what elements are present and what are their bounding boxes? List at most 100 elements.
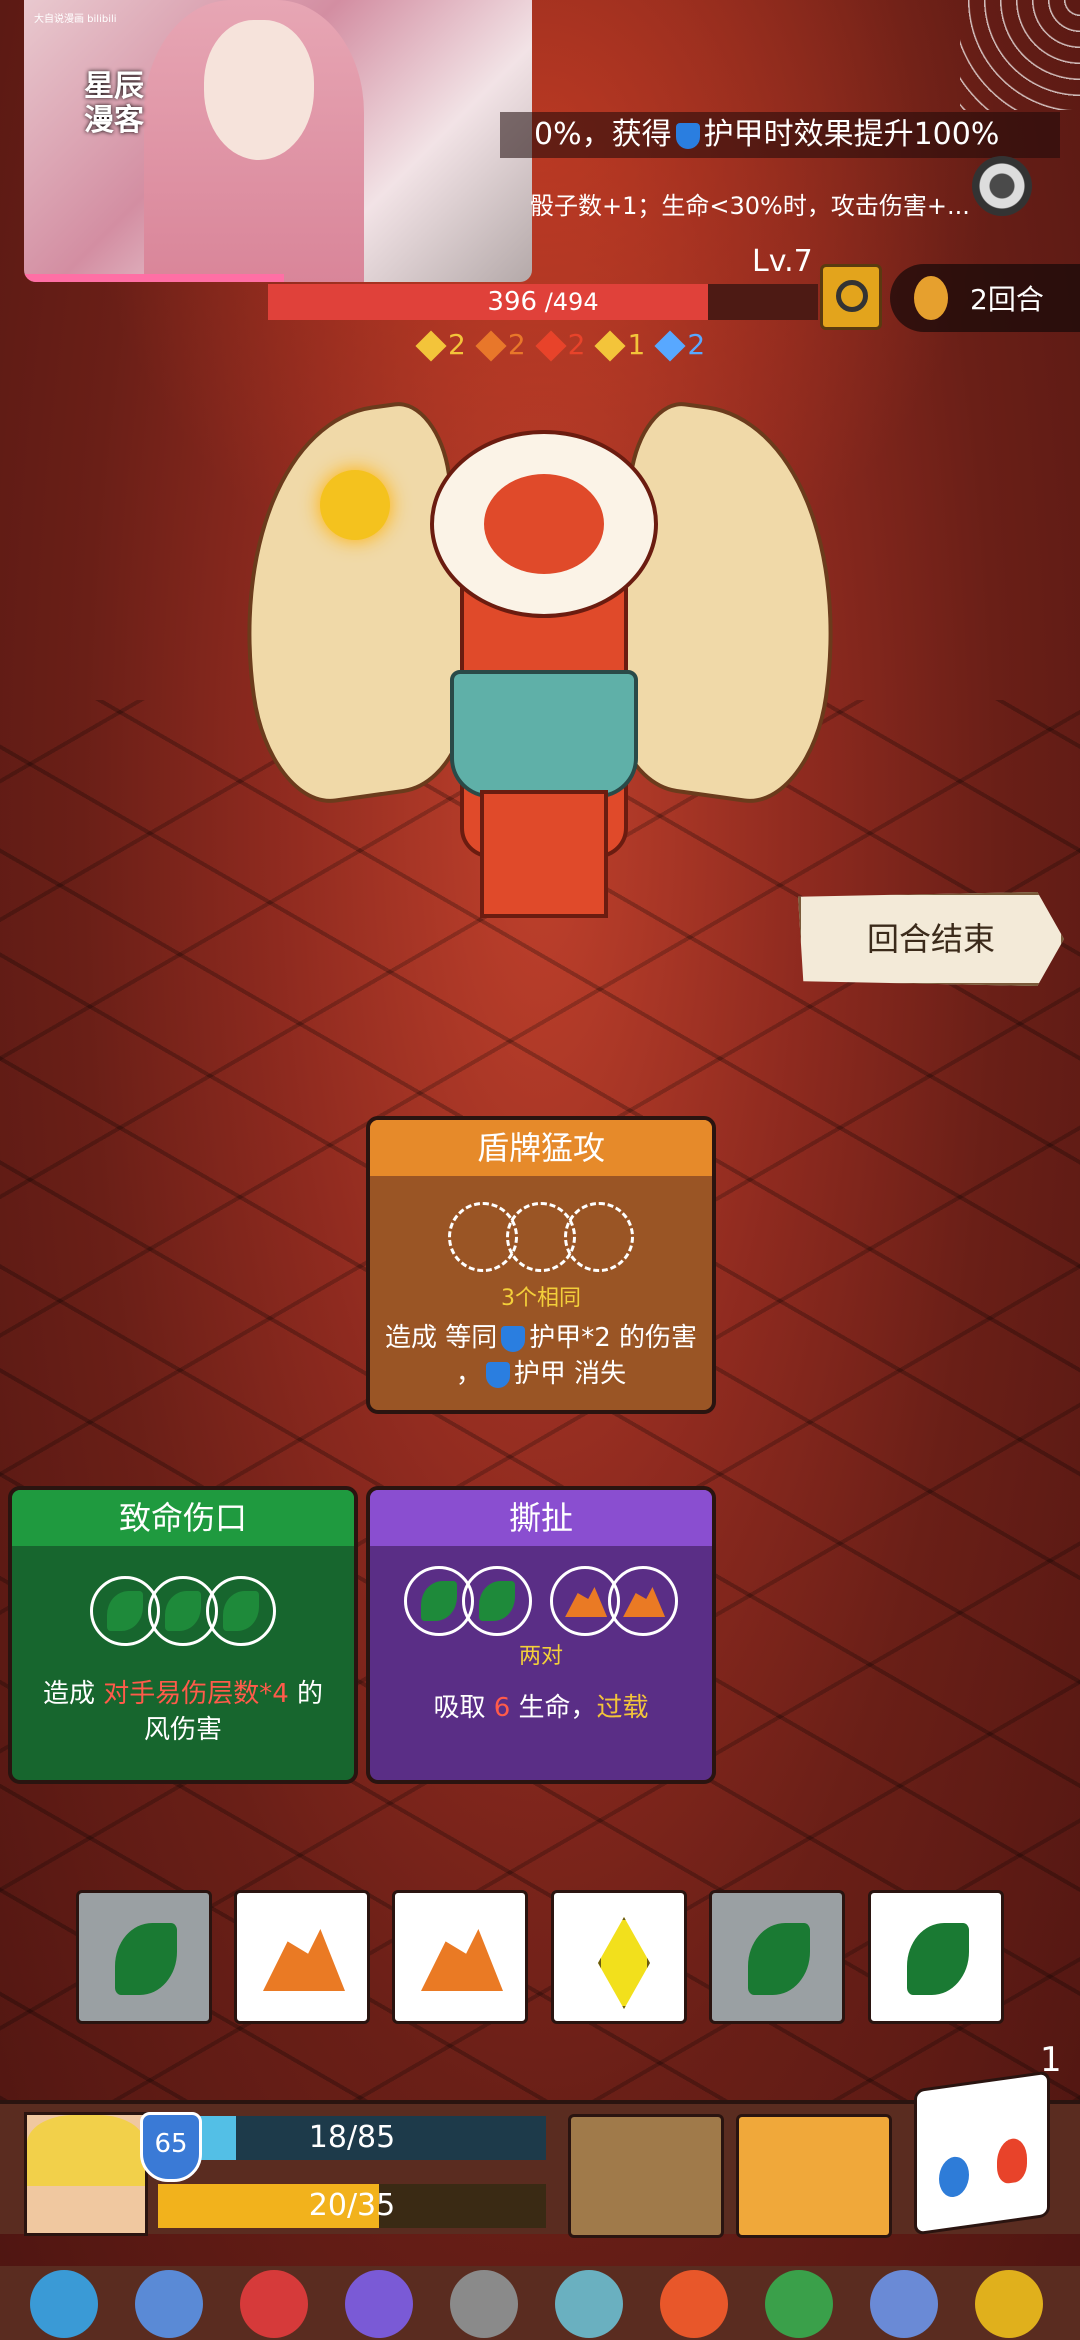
green-book-icon[interactable] (765, 2270, 833, 2338)
golden-bug-icon[interactable] (975, 2270, 1043, 2338)
enemy-hp-current: 396 (487, 287, 538, 317)
desc-part: 生命， (510, 1693, 597, 1723)
enemy-demon[interactable] (214, 390, 866, 950)
compass-star-icon[interactable] (135, 2270, 203, 2338)
demon-head (430, 430, 658, 618)
card-title: 盾牌猛攻 (370, 1120, 712, 1176)
round-counter: 2回合 (890, 264, 1080, 332)
card-description: 吸取 6 生命，过载 (370, 1690, 712, 1726)
desc-part: 护甲 消失 (513, 1359, 627, 1389)
enemy-status-effects: 2 2 2 1 2 (415, 328, 719, 368)
player-avatar[interactable] (24, 2112, 148, 2236)
leaf-icon (478, 1581, 515, 1621)
card-fatal-wound[interactable]: 致命伤口 造成 对手易伤层数*4 的 风伤害 (8, 1486, 358, 1784)
portrait-face (204, 20, 314, 160)
leaf-icon (107, 1591, 143, 1631)
vulnerable-text: 对手易伤层数*4 (103, 1679, 289, 1709)
desc-part: 造成 等同 (384, 1323, 498, 1353)
purple-horn-icon[interactable] (345, 2270, 413, 2338)
effect-line-1: 0%，获得 护甲时效果提升100% (500, 112, 1060, 158)
status-red-flame[interactable]: 2 (535, 328, 586, 362)
crystal-skull-icon[interactable] (555, 2270, 623, 2338)
armor-shield-icon: 65 (140, 2112, 202, 2182)
die-leaf[interactable] (868, 1890, 1004, 2024)
fire-icon (997, 2136, 1027, 2185)
status-yellow-cube[interactable]: 1 (594, 328, 646, 362)
leaf-icon (165, 1591, 201, 1631)
status-value: 2 (507, 328, 526, 361)
stone-orb-icon[interactable] (450, 2270, 518, 2338)
portrait-tag: 星辰漫客 (84, 69, 144, 138)
card-description-line1: 造成 对手易伤层数*4 的 (12, 1676, 354, 1712)
die-rock[interactable] (392, 1890, 528, 2024)
ice-shield-icon[interactable] (30, 2270, 98, 2338)
rock-slot[interactable] (608, 1566, 679, 1636)
card-requirement: 3个相同 (501, 1286, 581, 1311)
rock-icon (565, 1587, 608, 1617)
status-value: 1 (627, 328, 646, 361)
shield-icon (501, 1325, 526, 1352)
snowflake-icon (654, 330, 686, 362)
player-energy-text: 20/35 (308, 2188, 396, 2223)
settings-gear-icon[interactable] (972, 156, 1032, 216)
demon-legs (480, 790, 608, 918)
skill-fist-button[interactable] (568, 2114, 724, 2238)
spider-web-decoration (960, 0, 1080, 110)
enemy-hp-max: /494 (544, 288, 599, 316)
enemy-hp-bar: 396 /494 (268, 284, 818, 320)
enemy-level: Lv.7 (752, 244, 813, 279)
lightning-orb-icon[interactable] (660, 2270, 728, 2338)
skill-fire-button[interactable] (736, 2114, 892, 2238)
rock-icon (263, 1929, 345, 1991)
die-diamond[interactable] (551, 1890, 687, 2024)
status-value: 2 (687, 328, 706, 361)
card-requirement: 两对 (518, 1644, 563, 1669)
card-shield-attack[interactable]: 盾牌猛攻 3个相同 造成 等同 护甲*2 的伤害 ， 护甲 消失 (366, 1116, 716, 1414)
rock-icon (421, 1929, 503, 1991)
red-gem-icon[interactable] (240, 2270, 308, 2338)
water-drop-icon (939, 2154, 969, 2200)
status-yellow-diamond[interactable]: 2 (415, 328, 466, 362)
die-leaf[interactable] (76, 1890, 212, 2024)
effect-line-2: 骰子数+1；生命<30%时，攻击伤害+... (530, 192, 970, 220)
status-snowflake[interactable]: 2 (654, 328, 706, 362)
end-turn-button[interactable]: 回合结束 (798, 892, 1064, 986)
status-value: 2 (567, 328, 586, 361)
orange-rock-icon (475, 330, 507, 362)
portrait-progress (24, 274, 284, 282)
card-tear[interactable]: 撕扯 两对 吸取 6 生命，过载 (366, 1486, 716, 1784)
card-description-line2: 风伤害 (143, 1715, 222, 1745)
card-title: 撕扯 (370, 1490, 712, 1546)
empty-slot[interactable] (564, 1202, 634, 1272)
player-hp-text: 18/85 (308, 2120, 396, 2155)
desc-part: 的 (288, 1679, 324, 1709)
shield-icon (675, 122, 700, 149)
blue-dagger-icon[interactable] (870, 2270, 938, 2338)
status-value: 2 (448, 328, 466, 361)
enemy-hp-text: 396 /494 (268, 284, 818, 320)
demon-mask (484, 474, 604, 574)
drain-value: 6 (493, 1693, 511, 1723)
card-description-line1: 造成 等同 护甲*2 的伤害 (370, 1320, 712, 1356)
desc-part: 吸取 (433, 1693, 494, 1723)
portrait-watermark: 大自说漫画 bilibili (34, 14, 117, 25)
roll-dice-button[interactable] (914, 2070, 1050, 2236)
round-label: 2回合 (970, 283, 1044, 316)
player-energy-bar: 20/35 (158, 2184, 546, 2228)
die-leaf[interactable] (709, 1890, 845, 2024)
leaf-slot[interactable] (461, 1566, 532, 1636)
card-title: 致命伤口 (12, 1490, 354, 1546)
die-rock[interactable] (234, 1890, 370, 2024)
demon-skirt (450, 670, 638, 798)
desc-part: 护甲*2 的伤害 (529, 1323, 698, 1353)
leaf-icon (907, 1923, 969, 1995)
inspect-magnifier-icon[interactable] (820, 264, 882, 330)
leaf-icon (420, 1581, 457, 1621)
leaf-icon (115, 1923, 177, 1995)
yellow-diamond-icon (415, 330, 447, 362)
overload-text: 过载 (596, 1693, 649, 1723)
player-hp-bar: 18/85 (158, 2116, 546, 2160)
leaf-slot[interactable] (206, 1576, 276, 1646)
effect-line-1-text: 0%，获得 (534, 117, 672, 152)
status-orange-rock[interactable]: 2 (475, 328, 526, 362)
